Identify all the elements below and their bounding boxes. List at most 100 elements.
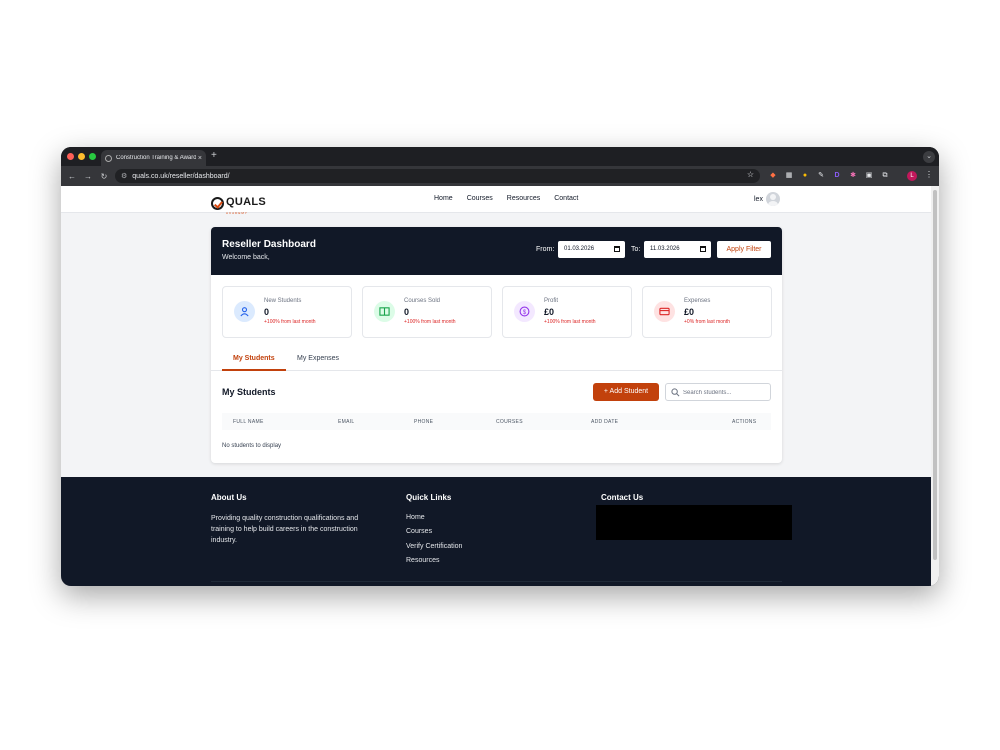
stat-value: £0 bbox=[544, 307, 555, 317]
dashboard-tabs: My Students My Expenses bbox=[211, 349, 782, 371]
stat-value: 0 bbox=[404, 307, 410, 317]
tab-close-icon[interactable]: × bbox=[198, 155, 202, 162]
scrollbar-thumb[interactable] bbox=[933, 190, 937, 560]
chevron-down-icon[interactable]: ⌄ bbox=[923, 151, 935, 163]
welcome-text: Welcome back, bbox=[222, 254, 270, 261]
add-student-button[interactable]: + Add Student bbox=[593, 383, 659, 401]
nav-resources-link[interactable]: Resources bbox=[507, 195, 540, 202]
to-date-value: 11.03.2026 bbox=[650, 246, 680, 252]
stat-card-profit: $ Profit £0 +100% from last month bbox=[502, 286, 632, 338]
tab-my-students[interactable]: My Students bbox=[233, 355, 275, 362]
calendar-icon[interactable] bbox=[614, 246, 620, 252]
to-date-input[interactable]: 11.03.2026 bbox=[644, 241, 711, 258]
reload-icon[interactable]: ↻ bbox=[96, 172, 112, 181]
stat-card-expenses: Expenses £0 +0% from last month bbox=[642, 286, 772, 338]
stat-change: +100% from last month bbox=[264, 319, 316, 325]
extension-camera-icon[interactable]: ▣ bbox=[864, 171, 874, 181]
user-name: lex bbox=[754, 195, 763, 203]
users-icon bbox=[234, 301, 255, 322]
address-bar[interactable]: ⚙ quals.co.uk/reseller/dashboard/ ☆ bbox=[115, 169, 760, 183]
site-footer: About Us Providing quality construction … bbox=[61, 477, 931, 586]
bookmark-star-icon[interactable]: ☆ bbox=[747, 170, 754, 179]
browser-window: Construction Training & Awards × + ⌄ ← →… bbox=[61, 147, 939, 586]
main-nav: Home Courses Resources Contact bbox=[434, 195, 578, 202]
nav-courses-link[interactable]: Courses bbox=[467, 195, 493, 202]
close-window-button[interactable] bbox=[67, 153, 74, 160]
maximize-window-button[interactable] bbox=[89, 153, 96, 160]
stat-change: +0% from last month bbox=[684, 319, 730, 325]
search-input[interactable] bbox=[683, 387, 767, 398]
browser-tab[interactable]: Construction Training & Awards × bbox=[101, 150, 206, 166]
url-text: quals.co.uk/reseller/dashboard/ bbox=[132, 172, 230, 180]
stat-change: +100% from last month bbox=[544, 319, 596, 325]
dashboard-card: Reseller Dashboard Welcome back, From: 0… bbox=[211, 227, 782, 463]
extension-d-icon[interactable]: D bbox=[832, 171, 842, 181]
stat-label: New Students bbox=[264, 298, 302, 304]
extension-fox-icon[interactable]: ◆ bbox=[768, 171, 778, 181]
footer-about-title: About Us bbox=[211, 493, 247, 502]
dollar-circle-icon: $ bbox=[514, 301, 535, 322]
globe-icon bbox=[105, 154, 112, 162]
stat-card-courses-sold: Courses Sold 0 +100% from last month bbox=[362, 286, 492, 338]
new-tab-button[interactable]: + bbox=[211, 150, 217, 161]
card-icon bbox=[654, 301, 675, 322]
from-date-value: 01.03.2026 bbox=[564, 246, 595, 252]
stat-label: Expenses bbox=[684, 298, 711, 304]
minimize-window-button[interactable] bbox=[78, 153, 85, 160]
page-title: Reseller Dashboard bbox=[222, 239, 316, 250]
extensions-puzzle-icon[interactable]: ⧉ bbox=[880, 171, 890, 181]
nav-home-link[interactable]: Home bbox=[434, 195, 453, 202]
page-scrollbar[interactable] bbox=[931, 186, 939, 586]
stat-label: Profit bbox=[544, 298, 559, 304]
back-icon[interactable]: ← bbox=[64, 172, 80, 181]
to-label: To: bbox=[631, 246, 641, 253]
tab-strip: Construction Training & Awards × + ⌄ bbox=[61, 147, 939, 166]
from-label: From: bbox=[536, 246, 555, 253]
empty-table-message: No students to display bbox=[222, 443, 282, 449]
browser-menu-icon[interactable]: ⋮ bbox=[925, 170, 933, 179]
book-icon bbox=[374, 301, 395, 322]
from-date-input[interactable]: 01.03.2026 bbox=[558, 241, 625, 258]
footer-about-text: Providing quality construction qualifica… bbox=[211, 515, 359, 544]
user-menu[interactable]: lex bbox=[754, 192, 780, 206]
nav-contact-link[interactable]: Contact bbox=[554, 195, 578, 202]
stat-value: 0 bbox=[264, 307, 270, 317]
redacted-contact-block bbox=[596, 505, 792, 540]
column-header[interactable]: PHONE bbox=[414, 419, 433, 425]
tab-title: Construction Training & Awards bbox=[116, 155, 196, 161]
browser-toolbar: ← → ↻ ⚙ quals.co.uk/reseller/dashboard/ … bbox=[61, 166, 939, 186]
table-header: FULL NAME EMAIL PHONE COURSES ADD DATE A… bbox=[222, 413, 771, 430]
logo-text: QUALS bbox=[226, 196, 266, 208]
stat-card-new-students: New Students 0 +100% from last month bbox=[222, 286, 352, 338]
search-box[interactable] bbox=[665, 383, 771, 401]
logo-subtext: ACADEMY bbox=[226, 211, 248, 215]
profile-avatar[interactable]: L bbox=[907, 171, 917, 181]
search-icon bbox=[671, 388, 680, 397]
site-logo[interactable]: QUALS ACADEMY bbox=[211, 192, 266, 215]
column-header[interactable]: ADD DATE bbox=[591, 419, 618, 425]
footer-link-courses[interactable]: Courses bbox=[406, 528, 432, 535]
logo-check-icon bbox=[211, 197, 224, 210]
extension-pen-icon[interactable]: ✎ bbox=[816, 171, 826, 181]
extension-circle-icon[interactable]: ● bbox=[800, 171, 810, 181]
footer-link-verify[interactable]: Verify Certification bbox=[406, 543, 462, 550]
extension-grid-icon[interactable]: ▦ bbox=[784, 171, 794, 181]
section-title: My Students bbox=[222, 387, 276, 397]
stat-change: +100% from last month bbox=[404, 319, 456, 325]
column-header[interactable]: EMAIL bbox=[338, 419, 355, 425]
column-header[interactable]: COURSES bbox=[496, 419, 523, 425]
calendar-icon[interactable] bbox=[700, 246, 706, 252]
column-header[interactable]: ACTIONS bbox=[732, 419, 756, 425]
footer-quick-links-title: Quick Links bbox=[406, 493, 452, 502]
column-header[interactable]: FULL NAME bbox=[233, 419, 264, 425]
apply-filter-button[interactable]: Apply Filter bbox=[717, 241, 771, 258]
extension-flower-icon[interactable]: ✱ bbox=[848, 171, 858, 181]
footer-link-home[interactable]: Home bbox=[406, 514, 425, 521]
forward-icon[interactable]: → bbox=[80, 172, 96, 181]
page-viewport: QUALS ACADEMY Home Courses Resources Con… bbox=[61, 186, 931, 586]
user-avatar-icon[interactable] bbox=[765, 192, 780, 206]
footer-link-resources[interactable]: Resources bbox=[406, 557, 439, 564]
site-settings-icon[interactable]: ⚙ bbox=[121, 172, 127, 180]
tab-my-expenses[interactable]: My Expenses bbox=[297, 355, 339, 362]
dashboard-header: Reseller Dashboard Welcome back, From: 0… bbox=[211, 227, 782, 275]
